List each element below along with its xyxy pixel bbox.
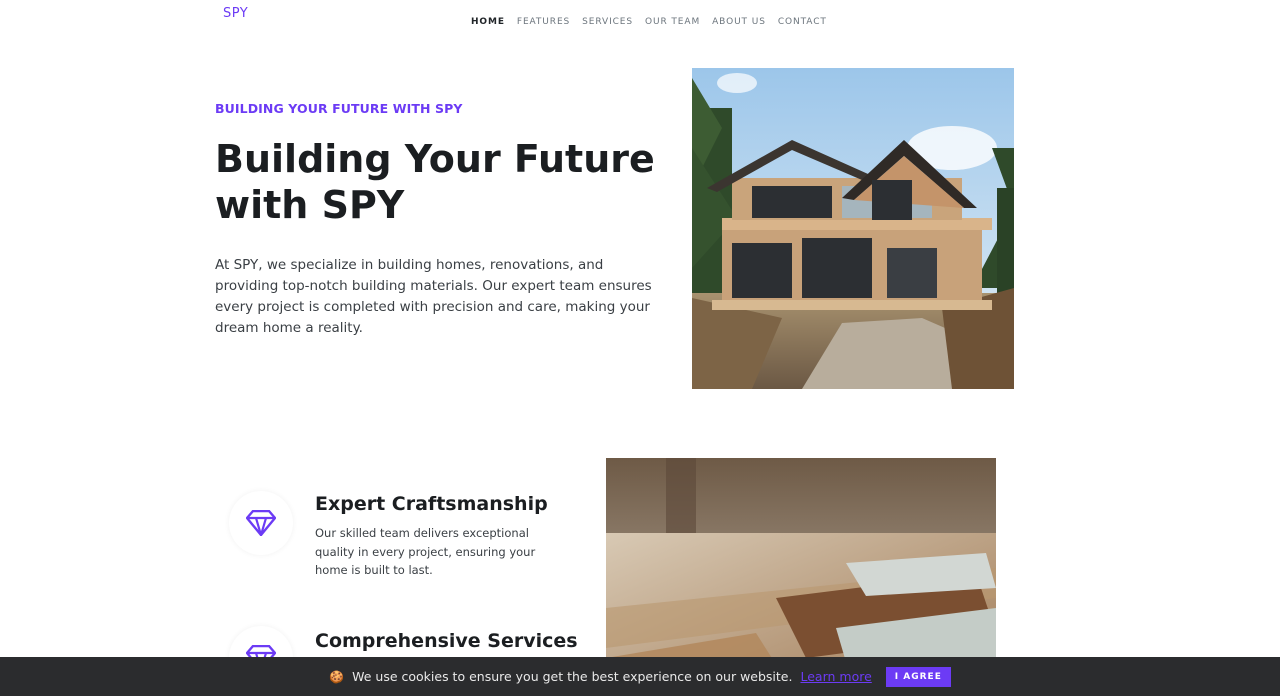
house-illustration xyxy=(692,68,1014,389)
navbar: SPY HOME FEATURES SERVICES OUR TEAM ABOU… xyxy=(0,0,1280,30)
hero-title: Building Your Future with SPY xyxy=(215,137,655,227)
nav-link-about-us[interactable]: ABOUT US xyxy=(712,17,766,27)
cookie-consent-bar: 🍪 We use cookies to ensure you get the b… xyxy=(0,657,1280,696)
nav-link-home[interactable]: HOME xyxy=(471,17,505,27)
nav-item-about-us: ABOUT US xyxy=(712,9,766,28)
nav-link-services[interactable]: SERVICES xyxy=(582,17,633,27)
hero-house-image xyxy=(692,68,1014,389)
feature-icon-circle-1 xyxy=(229,491,293,555)
cookie-agree-button[interactable]: I AGREE xyxy=(885,666,951,687)
nav-link-our-team[interactable]: OUR TEAM xyxy=(645,17,700,27)
hero-description: At SPY, we specialize in building homes,… xyxy=(215,257,652,336)
nav-item-contact: CONTACT xyxy=(778,9,827,28)
nav-item-services: SERVICES xyxy=(582,9,633,28)
feature-title-comprehensive-services: Comprehensive Services xyxy=(315,630,578,652)
feature-text-expert-craftsmanship: Our skilled team delivers exceptional qu… xyxy=(315,526,536,577)
nav-item-features: FEATURES xyxy=(517,9,570,28)
cookie-message: We use cookies to ensure you get the bes… xyxy=(352,669,793,684)
nav-link-contact[interactable]: CONTACT xyxy=(778,17,827,27)
nav-item-our-team: OUR TEAM xyxy=(645,9,700,28)
cookie-learn-more-link[interactable]: Learn more xyxy=(800,669,871,684)
nav-link-features[interactable]: FEATURES xyxy=(517,17,570,27)
nav-menu: HOME FEATURES SERVICES OUR TEAM ABOUT US… xyxy=(471,9,827,28)
nav-item-home: HOME xyxy=(471,9,505,28)
diamond-icon xyxy=(246,510,276,536)
feature-title-expert-craftsmanship: Expert Craftsmanship xyxy=(315,493,548,515)
brand-logo[interactable]: SPY xyxy=(223,6,248,21)
hero-kicker: BUILDING YOUR FUTURE WITH SPY xyxy=(215,101,463,116)
cookie-icon: 🍪 xyxy=(329,669,345,684)
